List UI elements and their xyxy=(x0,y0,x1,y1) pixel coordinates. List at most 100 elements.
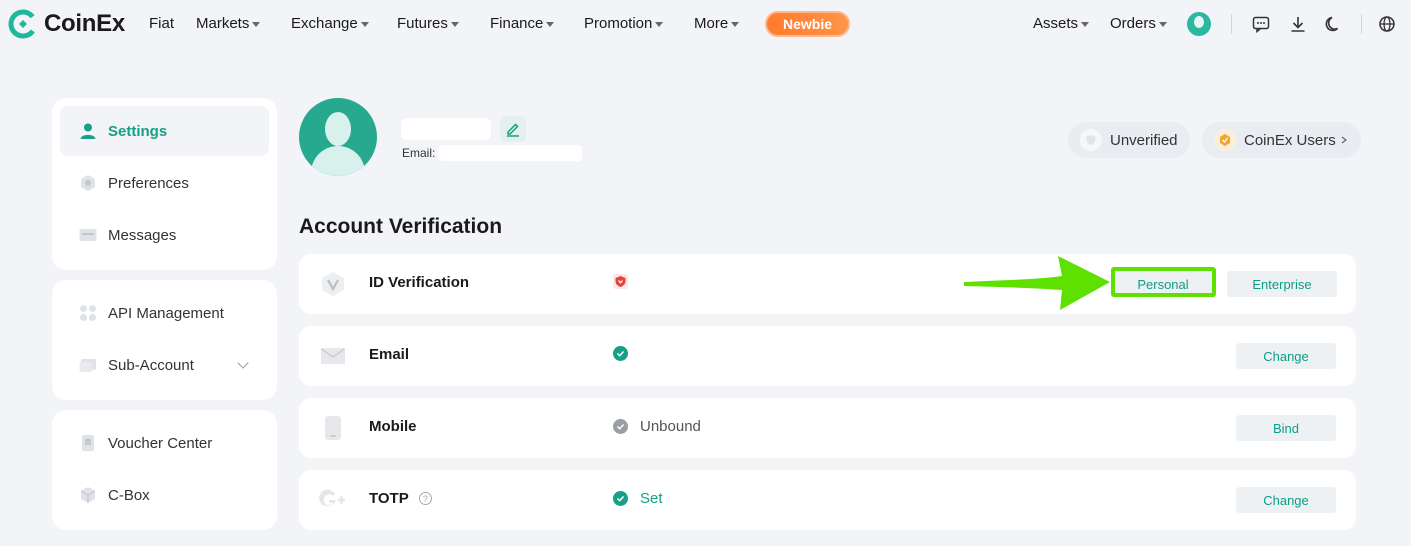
nav-label: Assets xyxy=(1033,15,1079,32)
change-email-button[interactable]: Change xyxy=(1236,343,1336,369)
user-level-badge[interactable]: CoinEx Users xyxy=(1202,122,1361,158)
verification-row-email: Email Change xyxy=(299,326,1356,386)
sidebar-item-label: Voucher Center xyxy=(108,434,213,452)
level-medal-icon xyxy=(1214,129,1236,151)
edit-icon xyxy=(507,123,519,137)
enterprise-button[interactable]: Enterprise xyxy=(1227,271,1337,297)
caret-down-icon xyxy=(450,22,459,27)
verification-row-id: ID Verification Personal Enterprise xyxy=(299,254,1356,314)
divider xyxy=(1231,14,1232,34)
sidebar-item-voucher-center[interactable]: Voucher Center xyxy=(60,418,269,468)
user-avatar[interactable] xyxy=(1187,12,1211,36)
row-status xyxy=(613,274,640,289)
sidebar-item-label: Preferences xyxy=(108,174,189,192)
row-status: Set xyxy=(613,490,663,507)
chat-icon[interactable] xyxy=(1251,14,1271,34)
newbie-button[interactable]: Newbie xyxy=(765,11,850,37)
nav-promotion[interactable]: Promotion xyxy=(584,15,664,32)
sidebar-item-label: Sub-Account xyxy=(108,356,194,374)
verification-row-totp: TOTP ? Set Change xyxy=(299,470,1356,530)
change-totp-button[interactable]: Change xyxy=(1236,487,1336,513)
user-icon xyxy=(78,121,98,141)
personal-button[interactable]: Personal xyxy=(1111,271,1215,297)
row-status: Unbound xyxy=(613,418,701,435)
nav-label: Promotion xyxy=(584,15,653,32)
email-redacted xyxy=(438,145,582,161)
nav-label: Finance xyxy=(490,15,544,32)
edit-name-button[interactable] xyxy=(500,116,526,142)
sidebar-item-sub-account[interactable]: Sub-Account xyxy=(60,340,269,390)
preferences-icon xyxy=(78,173,98,193)
row-label: Mobile xyxy=(369,418,417,435)
username-redacted xyxy=(401,118,491,140)
sidebar-item-settings[interactable]: Settings xyxy=(60,106,269,156)
sidebar-item-label: Settings xyxy=(108,122,168,140)
divider xyxy=(1361,14,1362,34)
nav-more[interactable]: More xyxy=(694,15,740,32)
sidebar-group-api: API Management Sub-Account xyxy=(52,280,277,400)
id-verification-icon xyxy=(319,270,347,298)
sub-account-icon xyxy=(78,355,98,375)
sidebar-item-messages[interactable]: Messages xyxy=(60,210,269,260)
messages-icon xyxy=(78,225,98,245)
unverified-badge[interactable]: Unverified xyxy=(1068,122,1190,158)
nav-label: Exchange xyxy=(291,15,358,32)
chevron-down-icon[interactable] xyxy=(237,357,249,369)
caret-down-icon xyxy=(1081,22,1090,27)
google-authenticator-icon xyxy=(319,486,347,514)
coinex-logo-icon xyxy=(8,9,38,39)
sidebar-item-preferences[interactable]: Preferences xyxy=(60,158,269,208)
shield-icon xyxy=(1080,129,1102,151)
row-label: TOTP ? xyxy=(369,490,432,507)
unbound-check-icon xyxy=(613,419,628,434)
nav-label: Markets xyxy=(196,15,250,32)
row-label: Email xyxy=(369,346,410,363)
mail-icon xyxy=(319,342,347,370)
status-text: Set xyxy=(640,490,663,507)
sidebar-item-api-management[interactable]: API Management xyxy=(60,288,269,338)
globe-icon[interactable] xyxy=(1377,14,1397,34)
row-status xyxy=(613,346,640,361)
cbox-icon xyxy=(78,485,98,505)
nav-label: Fiat xyxy=(149,15,175,32)
nav-fiat[interactable]: Fiat xyxy=(149,15,174,32)
nav-assets[interactable]: Assets xyxy=(1033,15,1090,32)
check-circle-icon xyxy=(613,346,628,361)
coinex-logo[interactable]: CoinEx xyxy=(8,9,125,39)
green-arrow-annotation xyxy=(964,256,1110,310)
profile-avatar xyxy=(299,98,377,176)
chevron-right-icon xyxy=(1341,136,1347,144)
nav-orders[interactable]: Orders xyxy=(1110,15,1167,32)
api-icon xyxy=(78,303,98,323)
nav-label: More xyxy=(694,15,729,32)
nav-futures[interactable]: Futures xyxy=(397,15,459,32)
sidebar-item-label: C-Box xyxy=(108,486,150,504)
caret-down-icon xyxy=(252,22,261,27)
brand-name: CoinEx xyxy=(44,10,125,37)
caret-down-icon xyxy=(360,22,369,27)
unverified-label: Unverified xyxy=(1110,131,1178,149)
bind-mobile-button[interactable]: Bind xyxy=(1236,415,1336,441)
caret-down-icon xyxy=(546,22,555,27)
nav-label: Orders xyxy=(1110,15,1156,32)
sidebar-group-account: Settings Preferences Messages xyxy=(52,98,277,270)
user-level-label: CoinEx Users xyxy=(1244,131,1336,149)
failed-shield-icon xyxy=(613,274,628,289)
sidebar-group-rewards: Voucher Center C-Box xyxy=(52,410,277,530)
download-icon[interactable] xyxy=(1288,14,1308,34)
caret-down-icon xyxy=(731,22,740,27)
email-label: Email: xyxy=(402,146,436,160)
nav-markets[interactable]: Markets xyxy=(196,15,261,32)
help-icon[interactable]: ? xyxy=(418,492,432,505)
section-title: Account Verification xyxy=(299,215,503,238)
phone-icon xyxy=(319,414,347,442)
nav-finance[interactable]: Finance xyxy=(490,15,555,32)
totp-label: TOTP xyxy=(369,490,409,507)
check-circle-icon xyxy=(613,491,628,506)
sidebar-item-cbox[interactable]: C-Box xyxy=(60,470,269,520)
status-text: Unbound xyxy=(640,418,701,435)
sidebar-item-label: API Management xyxy=(108,304,224,322)
sidebar-item-label: Messages xyxy=(108,226,177,244)
moon-icon[interactable] xyxy=(1324,14,1344,34)
nav-exchange[interactable]: Exchange xyxy=(291,15,369,32)
